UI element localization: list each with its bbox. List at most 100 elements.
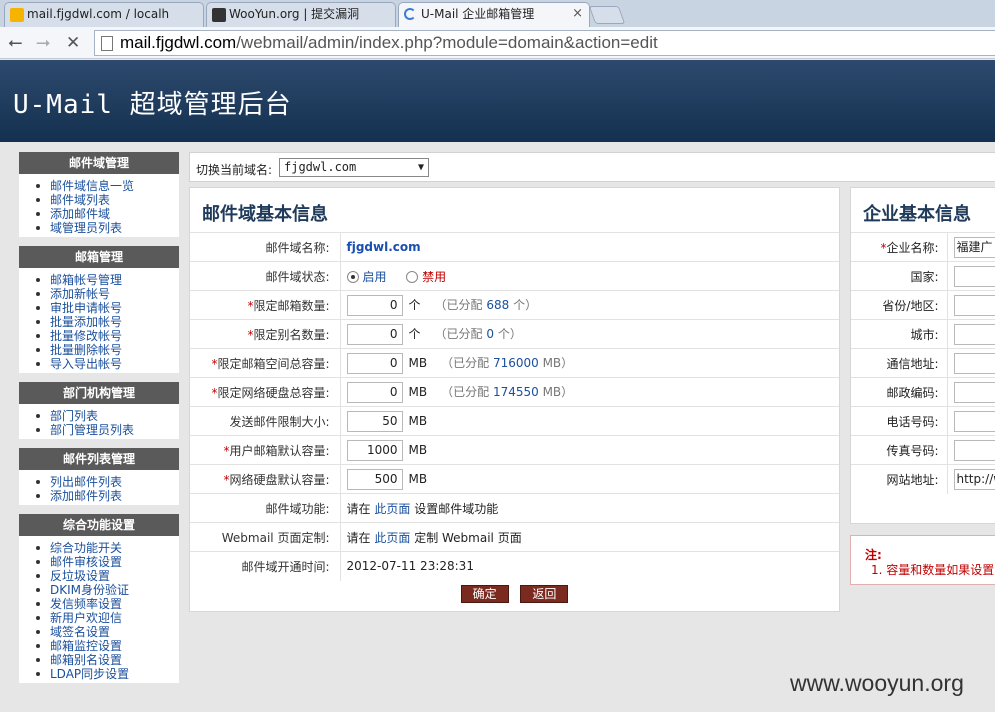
sidebar-item[interactable]: 反垃圾设置 (33, 569, 179, 583)
sidebar-group-mailing-list: 邮件列表管理 列出邮件列表 添加邮件列表 (19, 448, 179, 505)
disk-space-input[interactable]: 0 (346, 381, 403, 403)
sidebar-item[interactable]: 发信频率设置 (33, 597, 179, 611)
sidebar-item[interactable]: 添加新帐号 (33, 287, 179, 301)
field-label: 网站地址: (851, 464, 948, 494)
company-info-form: *企业名称: 福建广 国家: 省份/地区: 城市: 通信地址: 邮政编码: 电话号… (851, 232, 995, 494)
dropdown-arrow-icon: ▼ (417, 162, 424, 173)
form-row: *网络硬盘默认容量: 500 MB (190, 464, 839, 494)
unit-label: 个 (408, 297, 421, 312)
sidebar-item[interactable]: 域签名设置 (33, 625, 179, 639)
back-button[interactable]: 返回 (520, 585, 569, 603)
field-label: 邮件域名称: (190, 232, 341, 262)
sidebar-item[interactable]: 邮件域信息一览 (33, 179, 179, 193)
company-name-input[interactable]: 福建广 (953, 236, 995, 258)
send-limit-input[interactable]: 50 (346, 410, 403, 432)
form-row: *限定邮箱数量: 0 个 （已分配 688 个） (190, 290, 839, 320)
sidebar-item[interactable]: 邮箱别名设置 (33, 653, 179, 667)
sidebar-item[interactable]: 列出邮件列表 (33, 475, 179, 489)
sidebar-item[interactable]: 部门管理员列表 (33, 423, 179, 437)
form-row: *限定别名数量: 0 个 （已分配 0 个） (190, 319, 839, 349)
sidebar-item[interactable]: 综合功能开关 (33, 541, 179, 555)
webmail-link[interactable]: 此页面 (374, 531, 410, 545)
browser-toolbar: ⭠ ⭢ ✕ mail.fjgdwl.com/webmail/admin/inde… (0, 27, 995, 59)
tab-phpmyadmin[interactable]: mail.fjgdwl.com / localh (4, 2, 204, 27)
field-label: 发送邮件限制大小: (190, 406, 341, 436)
back-arrow-icon[interactable]: ⭠ (8, 32, 22, 54)
province-input[interactable] (953, 294, 995, 316)
mail-space-input[interactable]: 0 (346, 352, 403, 374)
form-row: 邮件域开通时间: 2012-07-11 23:28:31 (190, 551, 839, 581)
postcode-input[interactable] (953, 381, 995, 403)
sidebar-group-title: 部门机构管理 (19, 382, 179, 404)
website-input[interactable]: http://w (953, 468, 995, 490)
form-row: 邮件域功能: 请在 此页面 设置邮件域功能 (190, 493, 839, 523)
sidebar-item[interactable]: 添加邮件域 (33, 207, 179, 221)
ok-button[interactable]: 确定 (460, 585, 509, 603)
form-row: 省份/地区: (851, 290, 995, 320)
sidebar-group-title: 邮件域管理 (19, 152, 179, 174)
phone-input[interactable] (953, 410, 995, 432)
company-info-title: 企业基本信息 (863, 204, 971, 225)
status-enabled-label: 启用 (362, 269, 387, 284)
address-input[interactable] (953, 352, 995, 374)
default-disk-input[interactable]: 500 (346, 468, 403, 490)
address-bar[interactable]: mail.fjgdwl.com/webmail/admin/index.php?… (94, 30, 995, 56)
sidebar-item[interactable]: 导入导出帐号 (33, 357, 179, 371)
fax-input[interactable] (953, 439, 995, 461)
forward-arrow-icon[interactable]: ⭢ (36, 32, 50, 54)
field-label: *限定邮箱数量: (190, 290, 341, 320)
field-label: *用户邮箱默认容量: (190, 435, 341, 465)
status-enabled-radio[interactable] (346, 271, 359, 283)
status-disabled-radio[interactable] (406, 271, 419, 283)
form-row: 邮件域状态: 启用 禁用 (190, 261, 839, 291)
unit-label: MB (408, 384, 428, 399)
tab-umail[interactable]: U-Mail 企业邮箱管理 × (398, 2, 590, 27)
sidebar-item[interactable]: 批量删除帐号 (33, 343, 179, 357)
sidebar-item[interactable]: 批量添加帐号 (33, 315, 179, 329)
form-row: 城市: (851, 319, 995, 349)
domain-switcher-label: 切换当前域名: (196, 163, 273, 177)
max-alias-input[interactable]: 0 (346, 323, 403, 345)
sidebar-item[interactable]: 部门列表 (33, 409, 179, 423)
company-info-panel: 企业基本信息 *企业名称: 福建广 国家: 省份/地区: 城市: 通信地址: 邮政… (850, 187, 995, 524)
form-row: *企业名称: 福建广 (851, 232, 995, 262)
field-label: *企业名称: (851, 232, 948, 262)
sidebar-item[interactable]: 邮箱监控设置 (33, 639, 179, 653)
max-mailbox-input[interactable]: 0 (346, 294, 403, 316)
city-input[interactable] (953, 323, 995, 345)
features-link[interactable]: 此页面 (374, 502, 410, 516)
sidebar-item[interactable]: 域管理员列表 (33, 221, 179, 235)
sidebar-item[interactable]: 批量修改帐号 (33, 329, 179, 343)
new-tab-button[interactable] (588, 6, 626, 24)
stop-icon[interactable]: ✕ (66, 32, 80, 54)
country-input[interactable] (953, 265, 995, 287)
domain-info-form: 邮件域名称: fjgdwl.com 邮件域状态: 启用 禁用 *限定邮箱数量: … (190, 232, 839, 581)
wooyun-icon (212, 8, 226, 22)
field-label: *限定邮箱空间总容量: (190, 348, 341, 378)
field-label: 省份/地区: (851, 290, 948, 320)
unit-label: MB (408, 471, 428, 486)
tab-wooyun[interactable]: WooYun.org | 提交漏洞 (206, 2, 396, 27)
status-disabled-label: 禁用 (422, 269, 447, 284)
sidebar-item[interactable]: LDAP同步设置 (33, 667, 179, 681)
page-header: U-Mail 超域管理后台 (0, 60, 995, 142)
sidebar-item[interactable]: 审批申请帐号 (33, 301, 179, 315)
default-mail-input[interactable]: 1000 (346, 439, 403, 461)
sidebar-item[interactable]: 邮箱帐号管理 (33, 273, 179, 287)
sidebar-item[interactable]: 邮件审核设置 (33, 555, 179, 569)
field-label: 邮政编码: (851, 377, 948, 407)
pma-icon (10, 8, 24, 22)
sidebar-item[interactable]: 添加邮件列表 (33, 489, 179, 503)
sidebar-item[interactable]: 新用户欢迎信 (33, 611, 179, 625)
sidebar-item[interactable]: DKIM身份验证 (33, 583, 179, 597)
field-label: *限定网络硬盘总容量: (190, 377, 341, 407)
sidebar-group-department: 部门机构管理 部门列表 部门管理员列表 (19, 382, 179, 439)
sidebar-item[interactable]: 邮件域列表 (33, 193, 179, 207)
close-tab-icon[interactable]: × (572, 3, 583, 25)
field-label: 国家: (851, 261, 948, 291)
domain-select-value: fjgdwl.com (284, 160, 357, 174)
page-title: U-Mail 超域管理后台 (13, 90, 292, 120)
sidebar-group-domain: 邮件域管理 邮件域信息一览 邮件域列表 添加邮件域 域管理员列表 (19, 152, 179, 237)
domain-info-panel: 邮件域基本信息 邮件域名称: fjgdwl.com 邮件域状态: 启用 禁用 *… (189, 187, 840, 612)
domain-select[interactable]: fjgdwl.com ▼ (279, 158, 429, 177)
